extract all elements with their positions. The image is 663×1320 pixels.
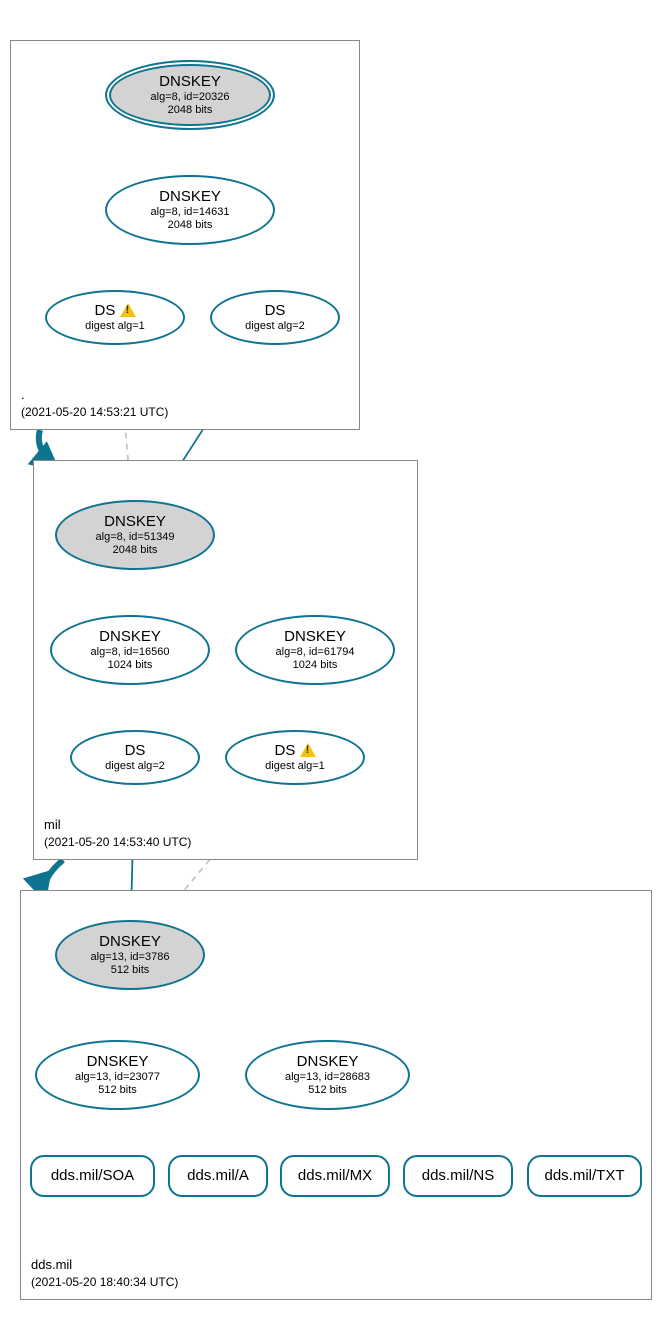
node-title: DS	[265, 302, 286, 320]
rr-label: dds.mil/TXT	[544, 1167, 624, 1185]
node-title: DS	[94, 302, 135, 320]
node-sub1: alg=8, id=14631	[151, 206, 230, 219]
zone-root-ts: (2021-05-20 14:53:21 UTC)	[21, 404, 168, 421]
node-title: DNSKEY	[284, 628, 346, 646]
node-dds-dnskey-3786[interactable]: DNSKEY alg=13, id=3786 512 bits	[55, 920, 205, 990]
node-sub2: 512 bits	[308, 1084, 347, 1097]
node-sub1: digest alg=1	[265, 760, 325, 773]
node-sub2: 1024 bits	[108, 659, 153, 672]
zone-dds-ts: (2021-05-20 18:40:34 UTC)	[31, 1274, 178, 1291]
zone-root-name: .	[21, 386, 168, 404]
rr-label: dds.mil/NS	[422, 1167, 495, 1185]
node-root-dnskey-14631[interactable]: DNSKEY alg=8, id=14631 2048 bits	[105, 175, 275, 245]
node-rr-dds-mx[interactable]: dds.mil/MX	[280, 1155, 390, 1197]
node-sub2: 1024 bits	[293, 659, 338, 672]
node-sub1: alg=8, id=16560	[91, 646, 170, 659]
node-root-ds-alg1[interactable]: DS digest alg=1	[45, 290, 185, 345]
zone-mil-label: mil (2021-05-20 14:53:40 UTC)	[44, 816, 191, 851]
node-root-dnskey-20326[interactable]: DNSKEY alg=8, id=20326 2048 bits	[105, 60, 275, 130]
zone-dds-label: dds.mil (2021-05-20 18:40:34 UTC)	[31, 1256, 178, 1291]
node-rr-dds-a[interactable]: dds.mil/A	[168, 1155, 268, 1197]
node-sub2: 2048 bits	[168, 219, 213, 232]
node-mil-dnskey-61794[interactable]: DNSKEY alg=8, id=61794 1024 bits	[235, 615, 395, 685]
node-dds-dnskey-28683[interactable]: DNSKEY alg=13, id=28683 512 bits	[245, 1040, 410, 1110]
node-sub1: alg=13, id=3786	[91, 951, 170, 964]
node-title: DNSKEY	[297, 1053, 359, 1071]
node-sub1: alg=8, id=61794	[276, 646, 355, 659]
node-title: DNSKEY	[104, 513, 166, 531]
node-mil-ds-alg2[interactable]: DS digest alg=2	[70, 730, 200, 785]
node-title: DS	[125, 742, 146, 760]
node-sub1: alg=8, id=20326	[151, 91, 230, 104]
node-sub1: digest alg=1	[85, 320, 145, 333]
rr-label: dds.mil/MX	[298, 1167, 372, 1185]
node-rr-dds-txt[interactable]: dds.mil/TXT	[527, 1155, 642, 1197]
zone-mil-ts: (2021-05-20 14:53:40 UTC)	[44, 834, 191, 851]
node-sub2: 512 bits	[98, 1084, 137, 1097]
node-sub1: digest alg=2	[245, 320, 305, 333]
node-title: DNSKEY	[99, 933, 161, 951]
warning-icon	[120, 303, 136, 317]
node-title-text: DS	[94, 302, 115, 319]
node-title-text: DS	[274, 742, 295, 759]
rr-label: dds.mil/A	[187, 1167, 249, 1185]
node-sub2: 2048 bits	[113, 544, 158, 557]
node-mil-dnskey-16560[interactable]: DNSKEY alg=8, id=16560 1024 bits	[50, 615, 210, 685]
node-title: DNSKEY	[87, 1053, 149, 1071]
node-sub2: 2048 bits	[168, 104, 213, 117]
zone-dds-name: dds.mil	[31, 1256, 178, 1274]
node-rr-dds-ns[interactable]: dds.mil/NS	[403, 1155, 513, 1197]
node-title: DNSKEY	[159, 73, 221, 91]
node-sub1: alg=13, id=28683	[285, 1071, 370, 1084]
node-mil-dnskey-51349[interactable]: DNSKEY alg=8, id=51349 2048 bits	[55, 500, 215, 570]
node-title: DS	[274, 742, 315, 760]
rr-label: dds.mil/SOA	[51, 1167, 134, 1185]
node-sub1: digest alg=2	[105, 760, 165, 773]
node-sub2: 512 bits	[111, 964, 150, 977]
warning-icon	[300, 743, 316, 757]
node-rr-dds-soa[interactable]: dds.mil/SOA	[30, 1155, 155, 1197]
zone-mil-name: mil	[44, 816, 191, 834]
node-mil-ds-alg1[interactable]: DS digest alg=1	[225, 730, 365, 785]
zone-root-label: . (2021-05-20 14:53:21 UTC)	[21, 386, 168, 421]
node-title: DNSKEY	[99, 628, 161, 646]
node-dds-dnskey-23077[interactable]: DNSKEY alg=13, id=23077 512 bits	[35, 1040, 200, 1110]
diagram-canvas: . (2021-05-20 14:53:21 UTC) mil (2021-05…	[0, 0, 663, 1320]
node-sub1: alg=8, id=51349	[96, 531, 175, 544]
node-title: DNSKEY	[159, 188, 221, 206]
node-sub1: alg=13, id=23077	[75, 1071, 160, 1084]
node-root-ds-alg2[interactable]: DS digest alg=2	[210, 290, 340, 345]
